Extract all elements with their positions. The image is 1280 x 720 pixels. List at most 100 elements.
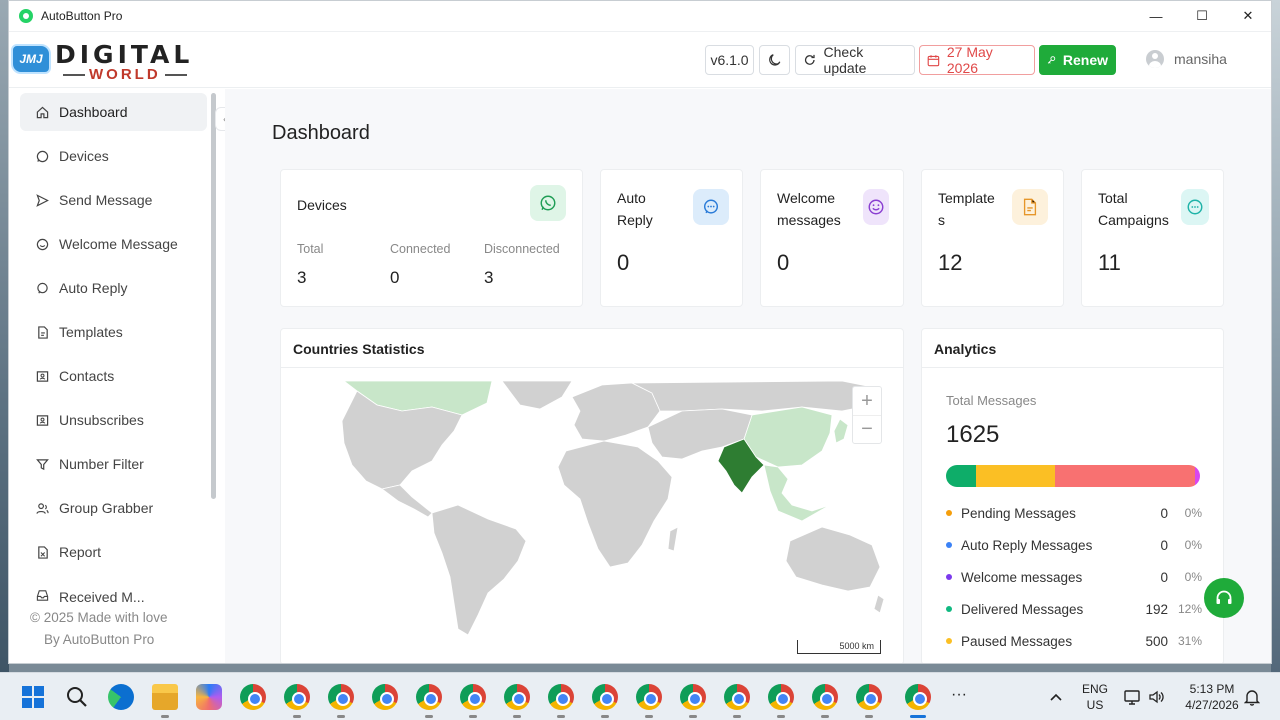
copilot-icon[interactable] [196,684,222,710]
windows-taskbar: ··· ENG US 5:13 PM 4/27/2026 [0,672,1280,720]
time-label: 5:13 PM [1189,682,1235,696]
logo-badge: JMJ [11,44,51,74]
chrome-profile-icon[interactable] [856,684,882,710]
input-language[interactable]: ENG US [1080,681,1110,713]
sidebar-item-group-grabber[interactable]: Group Grabber [20,489,207,527]
check-update-button[interactable]: Check update [795,44,915,76]
sidebar-item-report[interactable]: Report [20,533,207,571]
sidebar-item-send-message[interactable]: Send Message [20,181,207,219]
chrome-profile-icon[interactable] [636,684,662,710]
footer-copyright: © 2025 Made with love [30,610,168,625]
expiry-date-badge[interactable]: 27 May 2026 [919,44,1035,76]
progress-segment [976,465,1056,487]
close-button[interactable]: ✕ [1225,1,1271,32]
chrome-profile-icon[interactable] [812,684,838,710]
taskbar-overflow-button[interactable]: ··· [951,687,967,703]
taskbar-indicator [469,715,477,718]
map-greenland[interactable] [501,380,573,410]
templates-value: 12 [938,250,963,275]
sidebar-item-number-filter[interactable]: Number Filter [20,445,207,483]
sidebar-item-templates[interactable]: Templates [20,313,207,351]
sidebar-item-auto-reply[interactable]: Auto Reply [20,269,207,307]
chrome-profile-icon[interactable] [680,684,706,710]
chrome-profile-icon[interactable] [372,684,398,710]
map-scale-label: 5000 km [839,641,874,651]
chrome-profile-icon[interactable] [504,684,530,710]
chat-icon [693,189,729,225]
sidebar-item-welcome-message[interactable]: Welcome Message [20,225,207,263]
renew-button[interactable]: Renew [1039,45,1116,75]
page-title: Dashboard [272,122,370,144]
chrome-active-icon[interactable] [905,684,931,710]
sidebar-item-unsubscribes[interactable]: Unsubscribes [20,401,207,439]
sidebar-item-label: Send Message [59,192,153,208]
devices-total: Total 3 [297,242,323,288]
legend-dot [946,638,952,644]
file-explorer-icon[interactable] [152,684,178,710]
map-japan[interactable] [833,418,849,444]
analytics-title: Analytics [934,341,997,357]
chrome-profile-icon[interactable] [284,684,310,710]
report-icon [36,545,49,559]
minimize-button[interactable]: — [1133,1,1179,32]
world-map[interactable] [282,380,888,643]
sidebar-footer: © 2025 Made with love By AutoButton Pro [30,607,168,651]
footer-credit: By AutoButton Pro [44,632,155,647]
zoom-in-button[interactable]: + [853,387,881,415]
edge-icon[interactable] [108,684,134,710]
map-russia[interactable] [631,380,883,412]
version-badge[interactable]: v6.1.0 [705,45,754,75]
analytics-row-percent: 31% [1177,634,1202,648]
filter-icon [36,458,49,471]
headset-icon [1216,590,1232,604]
network-icon[interactable] [1124,689,1140,705]
taskbar-indicator [601,715,609,718]
chrome-profile-icon[interactable] [768,684,794,710]
chrome-profile-icon[interactable] [328,684,354,710]
volume-icon[interactable] [1148,689,1164,705]
devices-connected-value: 0 [390,268,400,287]
devices-disconnected-label: Disconnected [484,242,560,256]
sidebar-item-dashboard[interactable]: Dashboard [20,93,207,131]
chrome-profile-icon[interactable] [548,684,574,710]
analytics-row: Paused Messages 500 31% [946,631,1202,651]
calendar-icon [927,54,940,66]
chrome-profile-icon[interactable] [460,684,486,710]
clock[interactable]: 5:13 PM 4/27/2026 [1184,681,1240,713]
logo[interactable]: JMJ DIGITAL WORLD [9,38,199,84]
chrome-profile-icon[interactable] [416,684,442,710]
taskbar-indicator [821,715,829,718]
support-chat-button[interactable] [1204,578,1244,618]
chrome-icon[interactable] [240,684,266,710]
user-menu[interactable]: mansiha [1146,50,1227,68]
map-europe[interactable] [571,382,661,442]
map-africa[interactable] [557,440,673,568]
map-new-zealand[interactable] [873,594,885,614]
chrome-profile-icon[interactable] [592,684,618,710]
map-australia[interactable] [785,526,881,592]
sidebar-item-devices[interactable]: Devices [20,137,207,175]
sidebar-item-received-m[interactable]: Received M... [20,589,207,603]
map-southeast-asia[interactable] [763,464,831,522]
maximize-button[interactable]: ☐ [1179,1,1225,32]
sidebar-scrollbar[interactable] [211,93,216,499]
zoom-out-button[interactable]: − [853,415,881,443]
campaigns-card-title: Total Campaigns [1098,190,1169,228]
total-messages-value: 1625 [946,421,1000,448]
map-south-america[interactable] [431,504,527,636]
whatsapp-app-icon [19,9,33,23]
chrome-profile-icon[interactable] [724,684,750,710]
legend-dot [946,542,952,548]
chevron-up-icon[interactable] [1049,690,1063,704]
devices-card-title: Devices [297,197,347,213]
map-central-america[interactable] [381,484,433,518]
sidebar-item-contacts[interactable]: Contacts [20,357,207,395]
smile-icon [36,238,49,251]
devices-total-label: Total [297,242,324,256]
theme-toggle-button[interactable] [759,45,790,75]
map-madagascar[interactable] [667,526,679,552]
search-icon[interactable] [66,686,88,708]
taskbar-indicator [293,715,301,718]
windows-start-icon[interactable] [21,685,45,709]
notification-bell-icon[interactable] [1244,688,1260,706]
